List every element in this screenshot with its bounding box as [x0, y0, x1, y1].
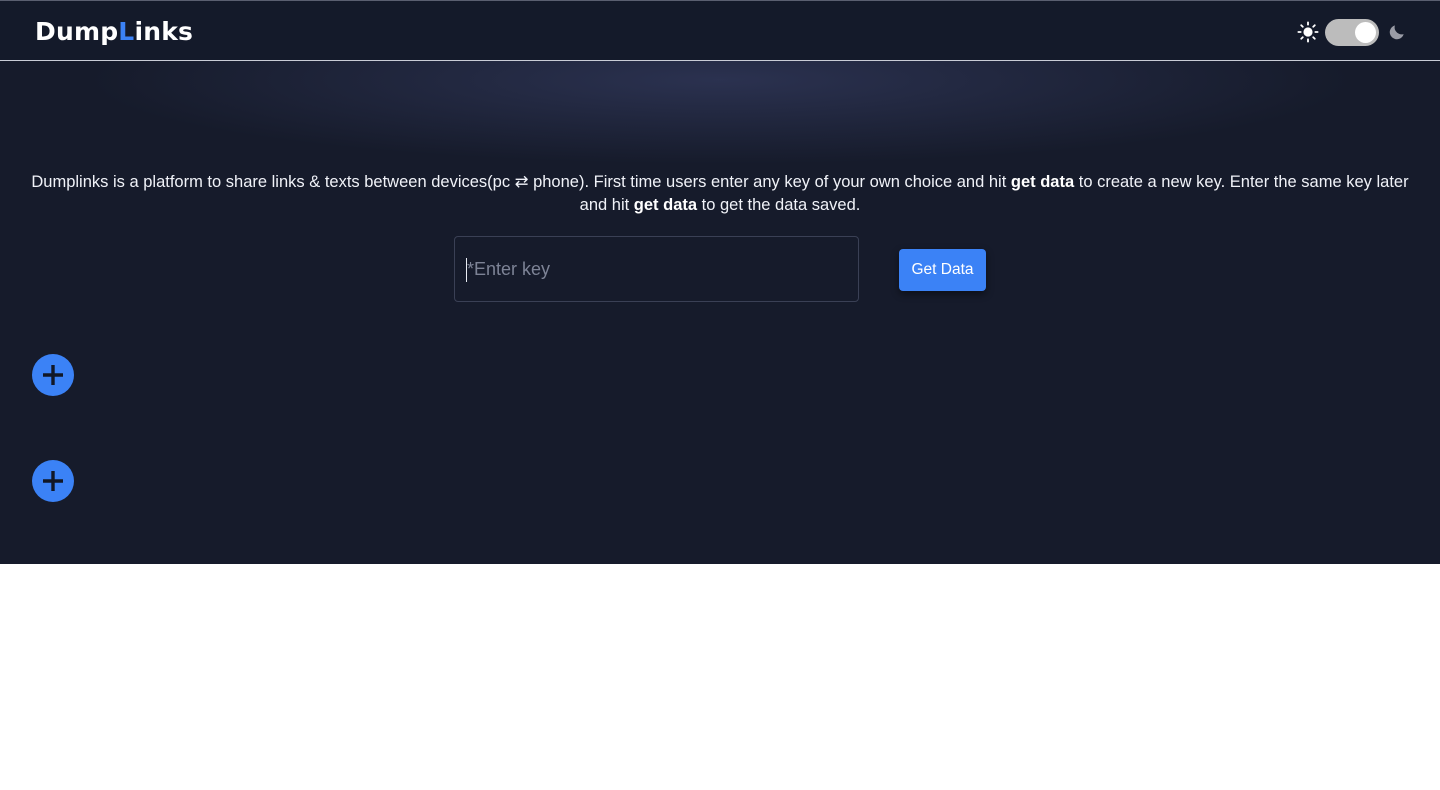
text-caret — [466, 258, 467, 282]
desc-text-3: to get the data saved. — [697, 196, 861, 214]
get-data-button[interactable]: Get Data — [899, 249, 986, 291]
theme-toggle — [1297, 18, 1407, 46]
add-item-button[interactable] — [32, 354, 74, 396]
moon-icon — [1387, 22, 1407, 42]
navbar: DumpLinks — [0, 0, 1440, 61]
brand-text-part2: inks — [134, 17, 194, 46]
plus-icon — [43, 365, 63, 385]
desc-bold-1: get data — [1010, 173, 1075, 191]
add-item-button[interactable] — [32, 460, 74, 502]
brand-text-accent: L — [118, 17, 135, 46]
key-input[interactable] — [454, 236, 859, 302]
theme-switch-knob — [1355, 21, 1376, 43]
desc-bold-2: get data — [633, 196, 698, 214]
app-container: DumpLinks Dumplinks is a platform to sha… — [0, 0, 1440, 564]
theme-switch[interactable] — [1325, 18, 1379, 46]
brand-logo[interactable]: DumpLinks — [35, 17, 193, 46]
sun-icon — [1297, 21, 1319, 43]
plus-icon — [43, 471, 63, 491]
desc-text-1: Dumplinks is a platform to share links &… — [31, 173, 1011, 191]
intro-description: Dumplinks is a platform to share links &… — [30, 171, 1410, 217]
brand-text-part1: Dump — [35, 17, 119, 46]
